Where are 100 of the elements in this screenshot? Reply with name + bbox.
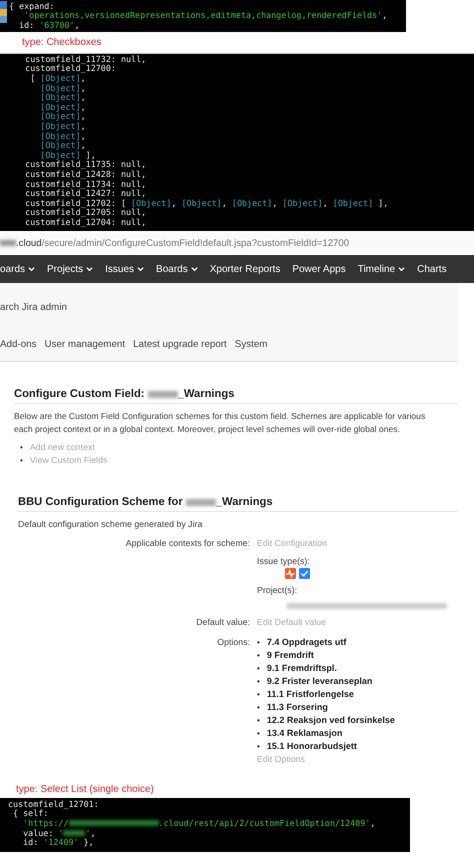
list-bullet: • — [20, 455, 23, 467]
url-host: .cloud — [16, 238, 42, 248]
field-label: Options: — [216, 636, 250, 649]
option-item: 11.3 Forsering — [266, 701, 328, 714]
nav-menu-item[interactable]: Projects — [41, 255, 100, 283]
nav-menu-item[interactable]: Issues — [99, 255, 150, 283]
code-text: customfield_11732: null, — [25, 54, 146, 64]
code-text: customfield_12704: null, — [25, 216, 146, 227]
list-bullet: • — [20, 442, 23, 454]
code-text: , — [370, 818, 376, 828]
code-text: ' — [85, 828, 91, 838]
code-text: ], — [86, 150, 96, 160]
code-text: [Object] — [40, 140, 81, 150]
nav-menu-item[interactable]: Power Apps — [286, 255, 352, 283]
code-text: [Object] — [40, 72, 81, 83]
search-text[interactable]: arch Jira admin — [0, 302, 67, 313]
code-text: customfield_12428: null, — [25, 168, 146, 179]
option-item: 9.2 Frister leveranseplan — [266, 675, 372, 688]
option-item: 12.2 Reaksjon ved forsinkelse — [266, 714, 395, 727]
heading-text: BBU Configuration Scheme for — [18, 496, 184, 508]
code-text: , — [74, 20, 80, 30]
list-bullet: • — [257, 715, 260, 727]
admin-tab[interactable]: Add-ons — [0, 339, 44, 350]
code-text: id: — [19, 20, 34, 30]
code-text: , — [80, 72, 86, 83]
redacted-text — [63, 830, 86, 836]
code-text: .cloud/rest/api/2/customFieldOption/12409' — [158, 818, 370, 828]
annotation-text: type: Select List (single choice) — [15, 783, 155, 797]
code-text: customfield_11734: null, — [25, 178, 146, 189]
field-label: Project(s): — [257, 584, 298, 597]
option-item: 9 Fremdrift — [266, 649, 314, 662]
heading-text: _Warnings — [216, 496, 273, 508]
code-text: , — [80, 120, 86, 131]
code-text: [Object] — [40, 120, 81, 131]
code-text: [Object] — [40, 92, 81, 102]
code-text: customfield_12701: — [8, 798, 99, 809]
code-text: customfield_12427: null, — [25, 188, 146, 198]
code-text: }, — [82, 837, 94, 848]
nav-menu-item[interactable]: Timeline — [352, 255, 412, 283]
list-bullet: • — [257, 689, 260, 701]
code-text: ' — [58, 828, 64, 838]
app-icon — [0, 1, 7, 23]
option-item: 7.4 Oppdragets utf — [266, 636, 346, 649]
code-text: , — [382, 10, 388, 20]
code-text: value: — [23, 828, 54, 838]
code-text: , — [80, 102, 86, 112]
heading-text: Configure Custom Field: — [14, 388, 146, 400]
list-bullet: • — [257, 650, 260, 662]
code-text: 'operations,versionedRepresentations,editmeta,changelog,renderedFields' — [24, 10, 382, 20]
option-item: 11.1 Fristforlengelse — [266, 688, 354, 701]
code-text: , — [90, 828, 96, 838]
option-item: 15.1 Honorarbudsjett — [266, 740, 357, 753]
code-text: , — [222, 198, 228, 208]
code-text: , — [80, 111, 86, 122]
admin-tab[interactable]: System — [234, 339, 276, 350]
code-text: [Object] — [40, 111, 81, 122]
field-label: Default value: — [195, 616, 250, 629]
url-path: /secure/admin/ConfigureCustomField!default.jspa?customFieldId=12700 — [42, 238, 350, 248]
admin-tab[interactable]: User management — [44, 339, 134, 350]
field-label: Applicable contexts for scheme: — [124, 537, 250, 550]
list-bullet: • — [257, 663, 260, 675]
address-bar[interactable]: .cloud/secure/admin/ConfigureCustomField!default.jspa?customFieldId=12700 — [0, 233, 474, 253]
list-bullet: • — [257, 637, 260, 649]
code-text: { self: — [13, 808, 48, 818]
option-item: 13.4 Reklamasjon — [266, 727, 342, 740]
list-bullet: • — [257, 728, 260, 740]
nav-menu-item[interactable]: oards — [0, 255, 42, 283]
code-text: customfield_11735: null, — [25, 159, 146, 170]
code-text: [Object] — [40, 150, 81, 160]
code-text: , — [80, 130, 86, 141]
code-text: customfield_12705: null, — [25, 207, 146, 218]
heading-text: _Warnings — [178, 388, 234, 400]
code-text: 'https:// — [23, 818, 69, 828]
code-text: , — [272, 198, 278, 208]
code-text: ], — [377, 198, 388, 208]
code-text: , — [80, 92, 86, 102]
code-text: [Object] — [282, 198, 323, 208]
code-text: , — [171, 198, 178, 208]
description-text: each project context or in a global context. Moreover, project level schemes will over-ride global ones. — [14, 423, 401, 436]
code-text: [Object] — [40, 82, 81, 93]
code-text: id: — [23, 837, 40, 848]
scheme-description: Default configuration scheme generated by Jira — [18, 519, 204, 529]
code-text: { expand: — [9, 0, 54, 11]
nav-menu-item[interactable]: Xporter Reports — [204, 255, 286, 283]
code-text: [Object] — [232, 198, 272, 208]
code-text: [Object] — [40, 130, 81, 141]
nav-menu-item[interactable]: Boards — [150, 255, 204, 283]
code-text: [Object] — [332, 198, 374, 208]
code-text: [Object] — [131, 198, 172, 208]
code-text: '12409' — [43, 837, 79, 848]
description-text: Below are the Custom Field Configuration schemes for this custom field. Schemes are applicable for various — [14, 410, 426, 423]
code-text: , — [80, 82, 86, 93]
code-text: '63700' — [39, 20, 75, 30]
nav-menu-item[interactable]: Charts — [411, 255, 453, 283]
code-text: [ — [30, 72, 36, 83]
redacted-text — [0, 240, 16, 246]
code-text: , — [322, 198, 329, 208]
code-text: , — [80, 140, 86, 150]
code-text: [Object] — [181, 198, 222, 208]
admin-tab[interactable]: Latest upgrade report — [133, 339, 235, 350]
